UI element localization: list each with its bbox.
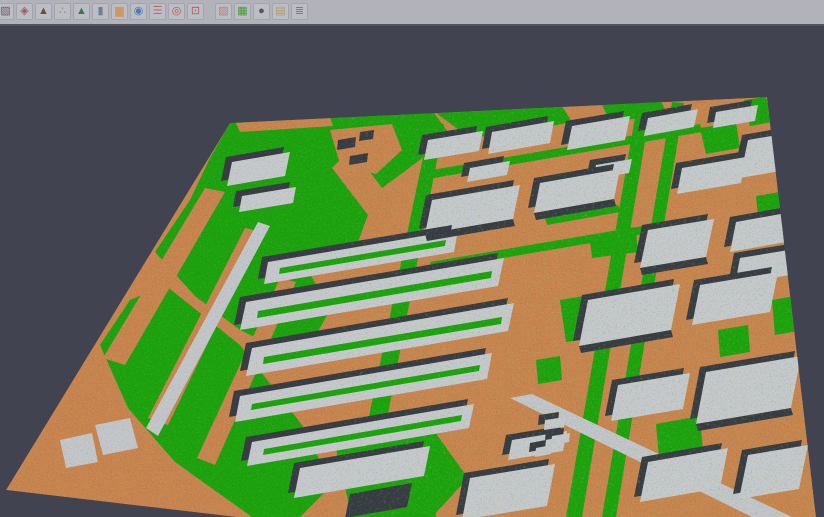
- zoom-extents-icon[interactable]: ⊡: [187, 3, 204, 20]
- point-cloud-render[interactable]: [0, 0, 824, 517]
- terrain-model-icon[interactable]: ▲: [35, 3, 52, 20]
- main-toolbar: ▧◈▲∴▲▮▆◉☰◎⊡▨▦●▤≣: [0, 0, 824, 26]
- clip-region-icon[interactable]: ▨: [215, 3, 232, 20]
- annotation-icon[interactable]: ▤: [272, 3, 289, 20]
- screenshot-icon[interactable]: ●: [253, 3, 270, 20]
- dark-speckle-noise: [0, 85, 824, 517]
- point-cloud-icon[interactable]: ∴: [54, 3, 71, 20]
- measurement-icon[interactable]: ≣: [291, 3, 308, 20]
- file-open-icon[interactable]: ▧: [0, 3, 14, 20]
- orthophoto-icon[interactable]: ▆: [111, 3, 128, 20]
- profile-tool-icon[interactable]: ▮: [92, 3, 109, 20]
- classification-view-icon[interactable]: ▦: [234, 3, 251, 20]
- layers-icon[interactable]: ☰: [149, 3, 166, 20]
- globe-3d-icon[interactable]: ◉: [130, 3, 147, 20]
- target-mode-icon[interactable]: ◎: [168, 3, 185, 20]
- surface-model-icon[interactable]: ▲: [73, 3, 90, 20]
- import-data-icon[interactable]: ◈: [16, 3, 33, 20]
